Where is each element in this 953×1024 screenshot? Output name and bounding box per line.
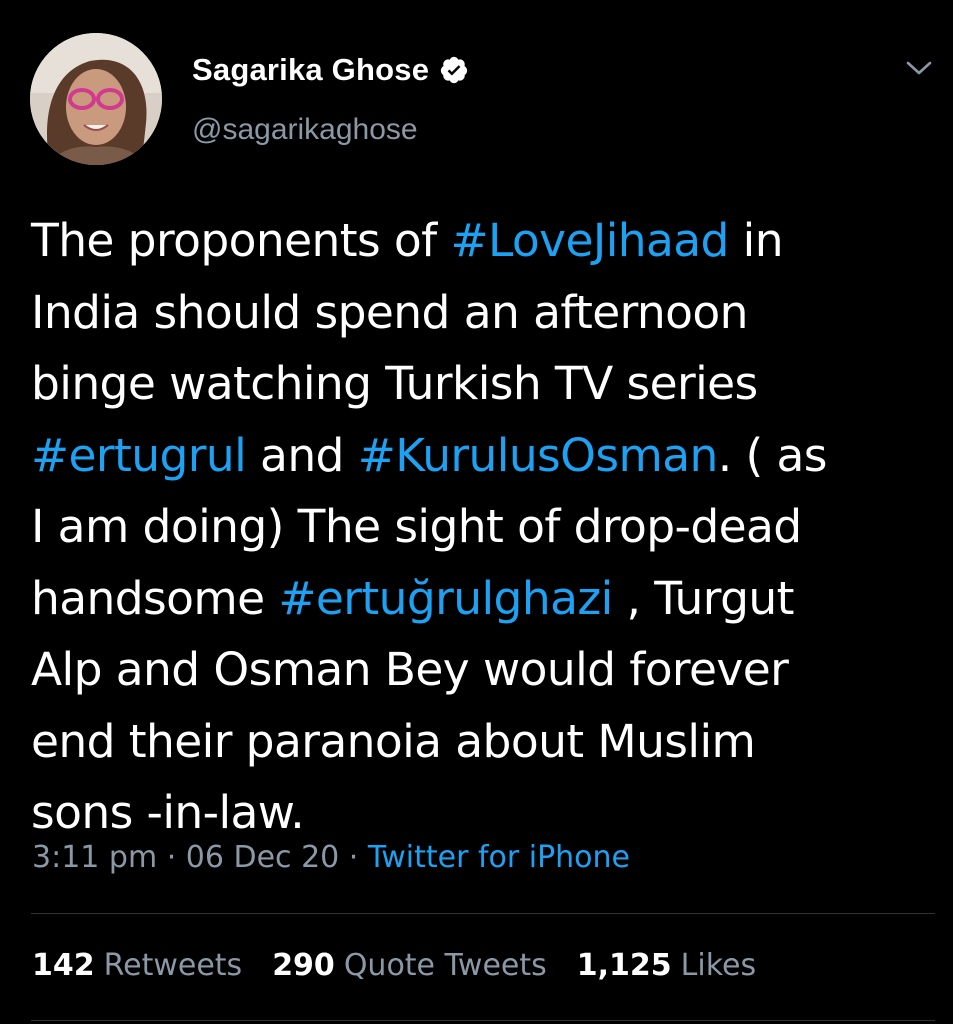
author-handle[interactable]: @sagarikaghose [192, 113, 418, 147]
tweet-text-line: The proponents of #LoveJihaad in [31, 205, 931, 277]
tweet-text-line: #ertugrul and #KurulusOsman. ( as [31, 420, 931, 492]
tweet-text-line: sons -in-law. [31, 777, 931, 849]
tweet-text-segment: handsome [31, 571, 279, 625]
tweet-text-line: handsome #ertuğrulghazi , Turgut [31, 563, 931, 635]
likes-count: 1,125 [576, 948, 672, 983]
tweet-card: Sagarika Ghose @sagarikaghose The propon… [0, 0, 953, 1024]
tweet-text-segment: binge watching Turkish TV series [31, 357, 758, 410]
meta-separator: · [157, 840, 186, 875]
retweets-label: Retweets [103, 948, 243, 983]
tweet-meta: 3:11 pm · 06 Dec 20 · Twitter for iPhone [32, 840, 630, 875]
retweets-count: 142 [32, 948, 95, 983]
avatar-image [30, 33, 162, 165]
divider [31, 1020, 935, 1021]
hashtag-link[interactable]: #ertugrul [31, 429, 247, 482]
tweet-text-line: I am doing) The sight of drop-dead [31, 491, 931, 563]
tweet-source-link[interactable]: Twitter for iPhone [368, 840, 630, 875]
tweet-text-segment: and [246, 428, 358, 482]
avatar[interactable] [30, 33, 162, 165]
hashtag-link[interactable]: #LoveJihaad [450, 214, 729, 267]
tweet-text-line: end their paranoia about Muslim [31, 706, 931, 778]
quote-tweets-stat[interactable]: 290 Quote Tweets [272, 948, 547, 983]
tweet-text-line: India should spend an afternoon [31, 277, 931, 349]
verified-badge-icon [439, 55, 469, 85]
tweet-time[interactable]: 3:11 pm [32, 840, 157, 875]
tweet-text-line: binge watching Turkish TV series [31, 348, 931, 420]
retweets-stat[interactable]: 142 Retweets [32, 948, 242, 983]
hashtag-link[interactable]: #KurulusOsman [358, 429, 719, 482]
tweet-text-segment: , Turgut [612, 571, 795, 625]
tweet-text-segment: in [728, 214, 784, 267]
tweet-text-segment: end their paranoia about Muslim [31, 714, 756, 768]
author-name-row[interactable]: Sagarika Ghose [192, 52, 469, 88]
quote-tweets-label: Quote Tweets [343, 948, 547, 983]
likes-stat[interactable]: 1,125 Likes [577, 948, 756, 983]
hashtag-link[interactable]: #ertuğrulghazi [278, 572, 613, 625]
tweet-text-segment: . ( as [717, 428, 828, 482]
quote-tweets-count: 290 [272, 948, 335, 983]
tweet-text-segment: Alp and Osman Bey would forever [31, 643, 789, 696]
chevron-down-icon[interactable] [902, 56, 936, 80]
tweet-date[interactable]: 06 Dec 20 [186, 840, 339, 875]
tweet-text-segment: The proponents of [31, 214, 451, 267]
tweet-text-segment: sons -in-law. [31, 786, 305, 839]
tweet-stats: 142 Retweets 290 Quote Tweets 1,125 Likes [32, 948, 786, 983]
tweet-text-segment: India should spend an afternoon [31, 285, 748, 339]
tweet-text-segment: I am doing) The sight of drop-dead [31, 500, 802, 553]
tweet-text-line: Alp and Osman Bey would forever [31, 634, 931, 706]
tweet-text: The proponents of #LoveJihaad in India sh… [31, 205, 931, 849]
author-display-name[interactable]: Sagarika Ghose [192, 52, 429, 88]
divider [31, 913, 935, 914]
likes-label: Likes [680, 948, 757, 983]
meta-separator: · [339, 840, 368, 875]
